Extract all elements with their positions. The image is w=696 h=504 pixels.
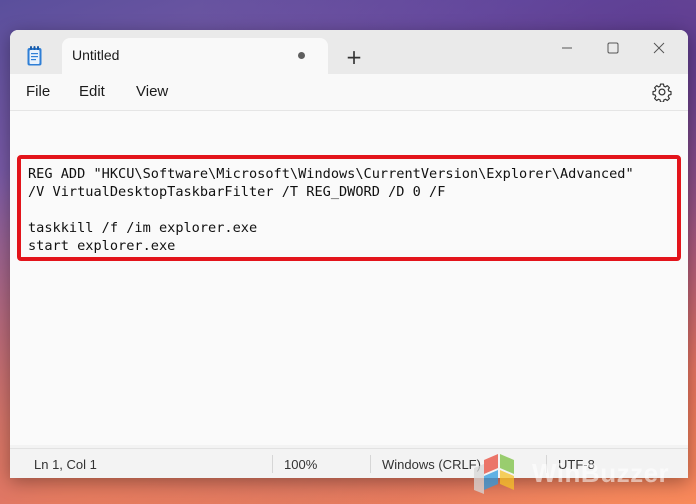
status-divider: [272, 455, 273, 473]
editor-line: start explorer.exe: [28, 238, 176, 254]
editor-line: /V VirtualDesktopTaskbarFilter /T REG_DW…: [28, 184, 446, 200]
zoom-level: 100%: [284, 457, 318, 472]
notepad-icon: [27, 46, 42, 66]
tab-untitled[interactable]: Untitled: [62, 38, 328, 74]
editor-content: REG ADD "HKCU\Software\Microsoft\Windows…: [28, 165, 634, 255]
editor-line: REG ADD "HKCU\Software\Microsoft\Windows…: [28, 166, 634, 182]
maximize-button[interactable]: [590, 34, 636, 62]
cursor-position: Ln 1, Col 1: [34, 457, 97, 472]
new-tab-button[interactable]: +: [340, 44, 368, 70]
menu-file[interactable]: File: [26, 83, 50, 100]
close-icon: [653, 42, 665, 54]
tab-title: Untitled: [72, 47, 120, 63]
menu-view[interactable]: View: [136, 83, 168, 100]
watermark-text: WinBuzzer: [532, 458, 670, 488]
unsaved-dot-icon[interactable]: [298, 52, 305, 59]
menu-edit[interactable]: Edit: [79, 83, 105, 100]
minimize-icon: [562, 47, 572, 49]
watermark: WinBuzzer: [470, 454, 690, 500]
gear-icon[interactable]: [652, 82, 672, 102]
menu-bar: File Edit View: [10, 74, 688, 110]
editor-line: taskkill /f /im explorer.exe: [28, 220, 258, 236]
text-editor[interactable]: REG ADD "HKCU\Software\Microsoft\Windows…: [10, 110, 688, 445]
notepad-window: Untitled + File Edit View REG ADD "HKCU\…: [10, 30, 688, 478]
title-bar: Untitled +: [10, 30, 688, 74]
line-ending: Windows (CRLF): [382, 457, 481, 472]
close-button[interactable]: [636, 34, 682, 62]
maximize-icon: [607, 42, 619, 54]
minimize-button[interactable]: [544, 34, 590, 62]
status-divider: [370, 455, 371, 473]
winbuzzer-logo-icon: [474, 454, 514, 494]
